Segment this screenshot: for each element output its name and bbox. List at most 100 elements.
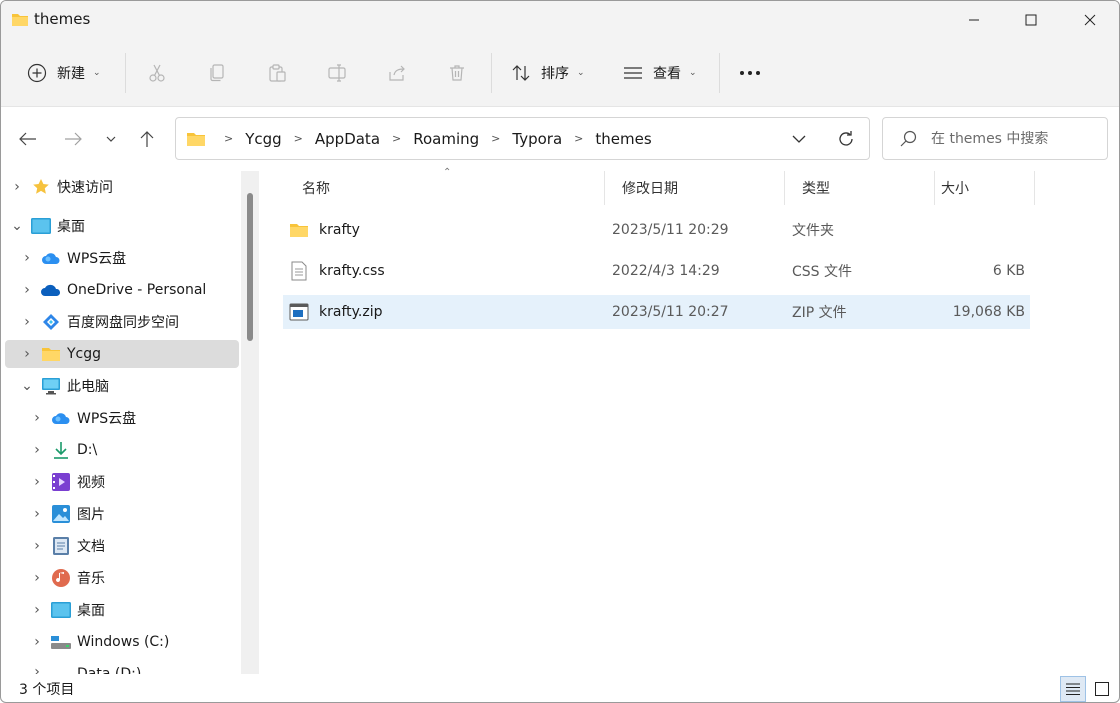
file-type: 文件夹	[792, 223, 834, 239]
sidebar-item-label: 图片	[77, 507, 105, 523]
maximize-icon	[1025, 14, 1037, 26]
sidebar-item-music[interactable]: › 音乐	[5, 564, 239, 592]
chevron-right-icon[interactable]: ›	[31, 506, 43, 522]
title-bar: themes	[1, 1, 1119, 39]
more-button[interactable]	[732, 55, 768, 91]
search-box[interactable]	[882, 117, 1108, 160]
chevron-down-icon: ⌄	[689, 68, 697, 78]
sidebar-item-c-drive[interactable]: › Windows (C:)	[5, 628, 239, 656]
chevron-right-icon[interactable]: ›	[21, 250, 33, 266]
chevron-down-icon[interactable]: ⌄	[11, 218, 23, 234]
chevron-right-icon[interactable]: ›	[31, 634, 43, 650]
file-row[interactable]: krafty 2023/5/11 20:29 文件夹	[283, 213, 1030, 247]
breadcrumb-item[interactable]: Roaming	[413, 130, 479, 148]
recent-locations-button[interactable]	[97, 123, 125, 155]
chevron-down-icon[interactable]	[790, 130, 808, 148]
chevron-down-icon[interactable]: ⌄	[21, 378, 33, 394]
chevron-right-icon[interactable]: ›	[11, 179, 23, 195]
sidebar-item-desktop-pc[interactable]: › 桌面	[5, 596, 239, 624]
column-header-type[interactable]: 类型	[785, 171, 935, 205]
chevron-right-icon[interactable]: ›	[31, 602, 43, 618]
sidebar-item-label: 百度网盘同步空间	[67, 315, 179, 331]
sidebar-item-label: 音乐	[77, 571, 105, 587]
folder-icon	[12, 14, 28, 26]
file-name-cell: krafty	[289, 213, 360, 247]
documents-icon	[51, 537, 71, 555]
sidebar-item-d-drive[interactable]: › D:\	[5, 436, 239, 464]
chevron-right-icon[interactable]: ›	[21, 314, 33, 330]
view-button[interactable]: 查看 ⌄	[623, 55, 697, 91]
column-header-date[interactable]: 修改日期	[605, 171, 785, 205]
chevron-right-icon[interactable]: ›	[31, 474, 43, 490]
chevron-right-icon[interactable]: ›	[21, 346, 33, 362]
large-icons-view-button[interactable]	[1089, 676, 1115, 702]
chevron-right-icon[interactable]: ›	[21, 282, 33, 298]
file-row[interactable]: krafty.css 2022/4/3 14:29 CSS 文件 6 KB	[283, 254, 1030, 288]
sidebar-scrollbar-thumb[interactable]	[247, 193, 253, 341]
close-button[interactable]	[1061, 1, 1119, 39]
forward-button[interactable]	[58, 123, 88, 155]
sidebar-item-baidu-sync[interactable]: › 百度网盘同步空间	[5, 308, 239, 336]
sidebar-item-desktop[interactable]: ⌄ 桌面	[5, 212, 239, 240]
rename-button[interactable]	[319, 55, 355, 91]
sidebar-item-pictures[interactable]: › 图片	[5, 500, 239, 528]
sort-button[interactable]: 排序 ⌄	[511, 55, 585, 91]
chevron-down-icon: ⌄	[93, 68, 101, 78]
chevron-right-icon[interactable]: ›	[31, 442, 43, 458]
chevron-right-icon[interactable]: >	[574, 132, 583, 145]
paste-button[interactable]	[259, 55, 295, 91]
sidebar-item-quick-access[interactable]: › 快速访问	[5, 173, 239, 201]
chevron-down-icon: ⌄	[577, 68, 585, 78]
css-file-icon	[289, 261, 309, 281]
sidebar-item-ycgg[interactable]: › Ycgg	[5, 340, 239, 368]
view-label: 查看	[653, 66, 681, 82]
chevron-right-icon[interactable]: >	[392, 132, 401, 145]
back-button[interactable]	[13, 123, 43, 155]
baidu-icon	[41, 313, 61, 331]
breadcrumb-item[interactable]: AppData	[315, 130, 380, 148]
column-header-label: 大小	[941, 181, 969, 197]
details-view-button[interactable]	[1060, 676, 1086, 702]
chevron-right-icon[interactable]: ›	[31, 538, 43, 554]
copy-button[interactable]	[199, 55, 235, 91]
chevron-right-icon[interactable]: ›	[31, 664, 43, 674]
sidebar-item-wps-cloud-pc[interactable]: › WPS云盘	[5, 404, 239, 432]
chevron-right-icon[interactable]: ›	[31, 410, 43, 426]
paste-icon	[269, 64, 286, 82]
cut-button[interactable]	[139, 55, 175, 91]
navigation-pane: › 快速访问 ⌄ 桌面 › WPS云盘 › OneDrive - Persona…	[1, 171, 259, 674]
up-button[interactable]	[132, 123, 162, 155]
sidebar-item-videos[interactable]: › 视频	[5, 468, 239, 496]
maximize-button[interactable]	[1002, 1, 1060, 39]
sort-ascending-icon: ⌃	[443, 167, 452, 178]
tiles-view-icon	[1095, 682, 1109, 696]
sidebar-item-data-drive[interactable]: › Data (D:)	[5, 660, 239, 674]
delete-button[interactable]	[439, 55, 475, 91]
file-row[interactable]: krafty.zip 2023/5/11 20:27 ZIP 文件 19,068…	[283, 295, 1030, 329]
chevron-right-icon[interactable]: >	[294, 132, 303, 145]
sidebar-item-documents[interactable]: › 文档	[5, 532, 239, 560]
divider	[491, 53, 492, 93]
column-header-label: 名称	[302, 181, 330, 197]
sidebar-item-wps-cloud[interactable]: › WPS云盘	[5, 244, 239, 272]
cloud-wps-icon	[51, 409, 71, 427]
search-input[interactable]	[931, 130, 1101, 147]
share-button[interactable]	[379, 55, 415, 91]
breadcrumb-item[interactable]: Typora	[512, 130, 562, 148]
file-explorer-window: themes 新建 ⌄ 排序 ⌄ 查看 ⌄ > Ycgg > AppData >…	[0, 0, 1120, 703]
column-header-size[interactable]: 大小	[935, 171, 1035, 205]
close-icon	[1084, 14, 1096, 26]
sidebar-item-this-pc[interactable]: ⌄ 此电脑	[5, 372, 239, 400]
breadcrumb-item[interactable]: Ycgg	[245, 130, 281, 148]
scissors-icon	[149, 64, 165, 82]
column-header-name[interactable]: ⌃ 名称	[285, 167, 605, 205]
address-bar[interactable]: > Ycgg > AppData > Roaming > Typora > th…	[175, 117, 870, 160]
chevron-right-icon[interactable]: >	[491, 132, 500, 145]
breadcrumb-item[interactable]: themes	[595, 130, 651, 148]
chevron-right-icon[interactable]: ›	[31, 570, 43, 586]
sidebar-item-onedrive[interactable]: › OneDrive - Personal	[5, 276, 239, 304]
plus-circle-icon	[27, 63, 47, 83]
refresh-icon[interactable]	[836, 129, 856, 149]
minimize-button[interactable]	[945, 1, 1003, 39]
new-button[interactable]: 新建 ⌄	[27, 55, 101, 91]
